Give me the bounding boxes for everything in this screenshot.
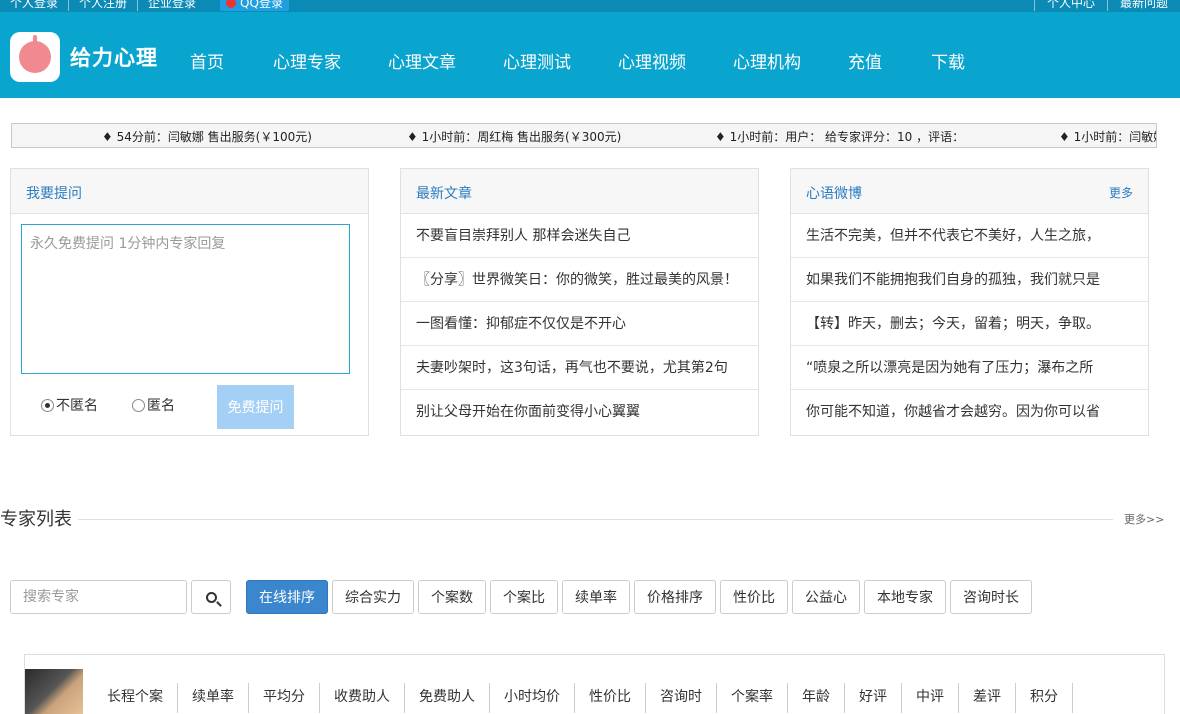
anonymity-options: 不匿名 匿名: [41, 395, 209, 415]
weibo-item[interactable]: 如果我们不能拥抱我们自身的孤独，我们就只是: [791, 258, 1148, 302]
expert-avatar[interactable]: [25, 669, 83, 714]
ticker-item: ♦ 1小时前：周红梅 售出服务(￥300元): [407, 130, 622, 144]
filter-local[interactable]: 本地专家: [864, 580, 946, 614]
filter-renewal-rate[interactable]: 续单率: [562, 580, 630, 614]
article-item[interactable]: 别让父母开始在你面前变得小心翼翼: [401, 390, 758, 434]
column-header: 积分: [1030, 683, 1073, 713]
logo-text: 给力心理: [70, 46, 158, 70]
qq-login-label: QQ登录: [240, 0, 283, 10]
nav-download[interactable]: 下载: [931, 48, 991, 73]
column-header: 中评: [916, 683, 959, 713]
filter-charity[interactable]: 公益心: [792, 580, 860, 614]
personal-register-link[interactable]: 个人注册: [69, 0, 139, 11]
expert-sort-filters: 在线排序 综合实力 个案数 个案比 续单率 价格排序 性价比 公益心 本地专家 …: [246, 580, 1036, 614]
ticker-item: ♦ 1小时前：用户： 给专家评分：10 ，评语：: [715, 130, 965, 144]
nav-articles[interactable]: 心理文章: [388, 48, 503, 73]
option-anonymous[interactable]: 匿名: [132, 395, 175, 415]
filter-price[interactable]: 价格排序: [634, 580, 716, 614]
personal-center-link[interactable]: 个人中心: [1033, 0, 1107, 11]
qq-login-button[interactable]: QQ登录: [220, 0, 289, 11]
personal-login-link[interactable]: 个人登录: [0, 0, 70, 11]
logo-box: [10, 32, 60, 82]
option-named[interactable]: 不匿名: [41, 395, 98, 415]
weibo-item[interactable]: “喷泉之所以漂亮是因为她有了压力；瀑布之所: [791, 346, 1148, 390]
filter-value[interactable]: 性价比: [720, 580, 788, 614]
column-header: 长程个案: [107, 683, 178, 713]
expert-table: 长程个案 续单率 平均分 收费助人 免费助人 小时均价 性价比 咨询时 个案率 …: [24, 654, 1165, 714]
ask-panel: 我要提问 永久免费提问 1分钟内专家回复 不匿名 匿名 免费提问: [10, 168, 369, 436]
article-item[interactable]: 〖分享〗世界微笑日：你的微笑，胜过最美的风景！: [401, 258, 758, 302]
heart-icon: [19, 35, 51, 73]
filter-case-ratio[interactable]: 个案比: [490, 580, 558, 614]
nav-tests[interactable]: 心理测试: [503, 48, 618, 73]
column-header: 续单率: [192, 683, 249, 713]
panel-header: 心语微博 更多: [791, 169, 1148, 214]
radio-unchecked-icon[interactable]: [132, 398, 145, 412]
ticker-item: ♦ 1小时前：闫敏娜: [1059, 130, 1157, 144]
top-bar-right: 个人中心 最新问题: [1033, 0, 1180, 11]
expert-section-title: 专家列表: [0, 509, 72, 530]
column-header: 性价比: [589, 683, 646, 713]
column-header: 小时均价: [504, 683, 575, 713]
nav-institutions[interactable]: 心理机构: [733, 48, 848, 73]
option-anonymous-label: 匿名: [147, 398, 175, 414]
column-header: 好评: [859, 683, 902, 713]
column-header: 收费助人: [334, 683, 405, 713]
weibo-item[interactable]: 生活不完美，但并不代表它不美好，人生之旅，: [791, 214, 1148, 258]
expert-more-link[interactable]: 更多>>: [1124, 511, 1164, 527]
panel-header: 我要提问: [11, 169, 368, 214]
filter-duration[interactable]: 咨询时长: [950, 580, 1032, 614]
company-login-link[interactable]: 企业登录: [138, 0, 206, 11]
qq-icon: [226, 0, 237, 8]
ticker-item: ♦ 54分前：闫敏娜 售出服务(￥100元): [102, 130, 312, 144]
main-nav: 首页 心理专家 心理文章 心理测试 心理视频 心理机构 充值 下载: [190, 48, 991, 73]
question-textarea[interactable]: 永久免费提问 1分钟内专家回复: [21, 224, 350, 374]
weibo-item[interactable]: 你可能不知道，你越省才会越穷。因为你可以省: [791, 390, 1148, 434]
expert-table-columns: 长程个案 续单率 平均分 收费助人 免费助人 小时均价 性价比 咨询时 个案率 …: [107, 683, 1087, 713]
weibo-panel: 心语微博 更多 生活不完美，但并不代表它不美好，人生之旅， 如果我们不能拥抱我们…: [790, 168, 1149, 436]
weibo-more-link[interactable]: 更多: [1109, 184, 1133, 201]
radio-checked-icon[interactable]: [41, 398, 54, 412]
expert-search-button[interactable]: [191, 580, 231, 614]
article-item[interactable]: 不要盲目崇拜别人 那样会迷失自己: [401, 214, 758, 258]
weibo-panel-title: 心语微博: [806, 186, 862, 202]
ask-panel-title: 我要提问: [26, 186, 82, 202]
latest-questions-link[interactable]: 最新问题: [1106, 0, 1180, 11]
filter-overall[interactable]: 综合实力: [332, 580, 414, 614]
section-divider: [78, 519, 1113, 520]
nav-experts[interactable]: 心理专家: [273, 48, 388, 73]
free-ask-button[interactable]: 免费提问: [217, 385, 294, 429]
activity-ticker: ♦ 54分前：闫敏娜 售出服务(￥100元) ♦ 1小时前：周红梅 售出服务(￥…: [11, 123, 1157, 148]
filter-case-count[interactable]: 个案数: [418, 580, 486, 614]
column-header: 年龄: [802, 683, 845, 713]
expert-search-input[interactable]: 搜索专家: [10, 580, 187, 614]
nav-videos[interactable]: 心理视频: [618, 48, 733, 73]
search-icon: [205, 591, 217, 603]
articles-panel: 最新文章 不要盲目崇拜别人 那样会迷失自己 〖分享〗世界微笑日：你的微笑，胜过最…: [400, 168, 759, 436]
article-item[interactable]: 夫妻吵架时，这3句话，再气也不要说，尤其第2句: [401, 346, 758, 390]
top-bar: 个人登录 个人注册 企业登录 QQ登录 个人中心 最新问题: [0, 0, 1180, 12]
option-named-label: 不匿名: [56, 398, 98, 414]
column-header: 平均分: [263, 683, 320, 713]
articles-panel-title: 最新文章: [416, 186, 472, 202]
top-bar-left: 个人登录 个人注册 企业登录 QQ登录: [0, 0, 289, 11]
column-header: 差评: [973, 683, 1016, 713]
weibo-item[interactable]: 【转】昨天，删去；今天，留着；明天，争取。: [791, 302, 1148, 346]
column-header: 个案率: [731, 683, 788, 713]
article-item[interactable]: 一图看懂：抑郁症不仅仅是不开心: [401, 302, 758, 346]
main-header: 给力心理 首页 心理专家 心理文章 心理测试 心理视频 心理机构 充值 下载: [0, 12, 1180, 98]
panel-header: 最新文章: [401, 169, 758, 214]
column-header: 免费助人: [419, 683, 490, 713]
filter-online-sort[interactable]: 在线排序: [246, 580, 328, 614]
site-logo[interactable]: 给力心理: [10, 32, 158, 82]
column-header: 咨询时: [660, 683, 717, 713]
nav-recharge[interactable]: 充值: [848, 48, 931, 73]
nav-home[interactable]: 首页: [190, 48, 273, 73]
